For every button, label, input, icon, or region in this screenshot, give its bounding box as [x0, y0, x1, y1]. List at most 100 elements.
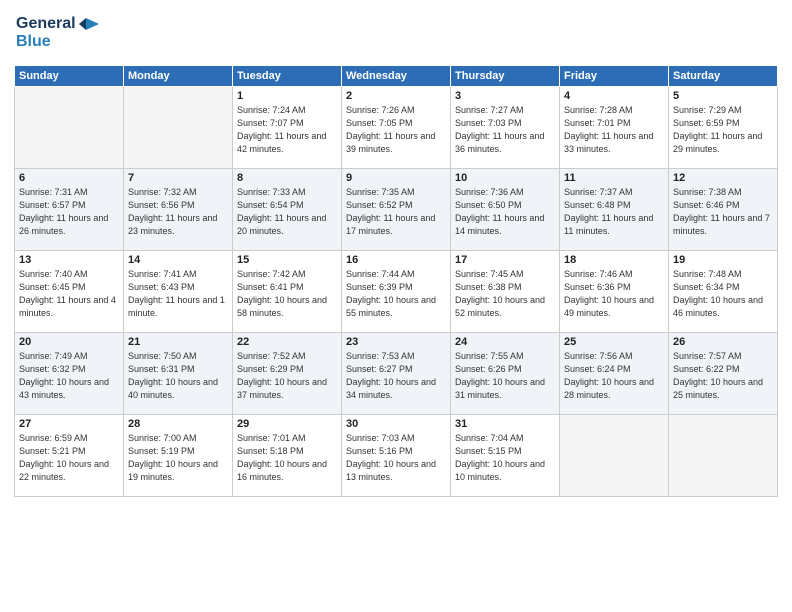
calendar-cell: 3 Sunrise: 7:27 AMSunset: 7:03 PMDaylight…: [451, 87, 560, 169]
calendar-cell: 23 Sunrise: 7:53 AMSunset: 6:27 PMDayligh…: [342, 333, 451, 415]
calendar-cell: 25Sunrise: 7:56 AMSunset: 6:24 PMDayligh…: [560, 333, 669, 415]
day-info: Sunrise: 7:49 AMSunset: 6:32 PMDaylight:…: [19, 350, 119, 402]
day-info: Sunrise: 7:46 AMSunset: 6:36 PMDaylight:…: [564, 268, 664, 320]
day-number: 17: [455, 254, 555, 266]
calendar-cell: 24 Sunrise: 7:55 AMSunset: 6:26 PMDayligh…: [451, 333, 560, 415]
calendar-cell: 6Sunrise: 7:31 AMSunset: 6:57 PMDaylight…: [15, 169, 124, 251]
day-info: Sunrise: 7:27 AMSunset: 7:03 PMDaylight:…: [455, 104, 555, 156]
day-info: Sunrise: 7:24 AMSunset: 7:07 PMDaylight:…: [237, 104, 337, 156]
day-info: Sunrise: 7:31 AMSunset: 6:57 PMDaylight:…: [19, 186, 119, 238]
day-number: 4: [564, 90, 664, 102]
day-number: 20: [19, 336, 119, 348]
day-number: 15: [237, 254, 337, 266]
day-number: 11: [564, 172, 664, 184]
day-info: Sunrise: 7:55 AMSunset: 6:26 PMDaylight:…: [455, 350, 555, 402]
day-number: 31: [455, 418, 555, 430]
day-info: Sunrise: 7:41 AMSunset: 6:43 PMDaylight:…: [128, 268, 228, 320]
calendar-cell: 5 Sunrise: 7:29 AMSunset: 6:59 PMDaylight…: [669, 87, 778, 169]
calendar-cell: 1 Sunrise: 7:24 AMSunset: 7:07 PMDaylight…: [233, 87, 342, 169]
day-info: Sunrise: 7:53 AMSunset: 6:27 PMDaylight:…: [346, 350, 446, 402]
day-number: 7: [128, 172, 228, 184]
weekday-header-row: SundayMondayTuesdayWednesdayThursdayFrid…: [15, 66, 778, 87]
calendar-cell: 16Sunrise: 7:44 AMSunset: 6:39 PMDayligh…: [342, 251, 451, 333]
calendar-table: SundayMondayTuesdayWednesdayThursdayFrid…: [14, 65, 778, 497]
day-info: Sunrise: 7:01 AMSunset: 5:18 PMDaylight:…: [237, 432, 337, 484]
day-number: 19: [673, 254, 773, 266]
weekday-header-saturday: Saturday: [669, 66, 778, 87]
calendar-week-row: 27Sunrise: 6:59 AMSunset: 5:21 PMDayligh…: [15, 415, 778, 497]
day-number: 24: [455, 336, 555, 348]
calendar-cell: 7 Sunrise: 7:32 AMSunset: 6:56 PMDaylight…: [124, 169, 233, 251]
weekday-header-friday: Friday: [560, 66, 669, 87]
day-number: 26: [673, 336, 773, 348]
calendar-cell: [560, 415, 669, 497]
calendar-cell: [124, 87, 233, 169]
calendar-cell: 27Sunrise: 6:59 AMSunset: 5:21 PMDayligh…: [15, 415, 124, 497]
svg-text:General: General: [16, 15, 76, 32]
day-number: 23: [346, 336, 446, 348]
day-info: Sunrise: 7:35 AMSunset: 6:52 PMDaylight:…: [346, 186, 446, 238]
calendar-cell: 8 Sunrise: 7:33 AMSunset: 6:54 PMDaylight…: [233, 169, 342, 251]
day-info: Sunrise: 7:28 AMSunset: 7:01 PMDaylight:…: [564, 104, 664, 156]
page-container: General Blue SundayMondayTuesdayWednesda…: [0, 0, 792, 612]
day-number: 10: [455, 172, 555, 184]
day-info: Sunrise: 7:00 AMSunset: 5:19 PMDaylight:…: [128, 432, 228, 484]
day-info: Sunrise: 7:29 AMSunset: 6:59 PMDaylight:…: [673, 104, 773, 156]
day-info: Sunrise: 7:52 AMSunset: 6:29 PMDaylight:…: [237, 350, 337, 402]
day-number: 9: [346, 172, 446, 184]
calendar-cell: 22 Sunrise: 7:52 AMSunset: 6:29 PMDayligh…: [233, 333, 342, 415]
calendar-week-row: 20 Sunrise: 7:49 AMSunset: 6:32 PMDayligh…: [15, 333, 778, 415]
day-number: 2: [346, 90, 446, 102]
day-info: Sunrise: 7:56 AMSunset: 6:24 PMDaylight:…: [564, 350, 664, 402]
calendar-cell: 9 Sunrise: 7:35 AMSunset: 6:52 PMDaylight…: [342, 169, 451, 251]
day-info: Sunrise: 7:45 AMSunset: 6:38 PMDaylight:…: [455, 268, 555, 320]
weekday-header-thursday: Thursday: [451, 66, 560, 87]
calendar-cell: [669, 415, 778, 497]
day-info: Sunrise: 7:04 AMSunset: 5:15 PMDaylight:…: [455, 432, 555, 484]
calendar-cell: 17 Sunrise: 7:45 AMSunset: 6:38 PMDayligh…: [451, 251, 560, 333]
day-number: 29: [237, 418, 337, 430]
calendar-cell: 30Sunrise: 7:03 AMSunset: 5:16 PMDayligh…: [342, 415, 451, 497]
calendar-week-row: 1 Sunrise: 7:24 AMSunset: 7:07 PMDaylight…: [15, 87, 778, 169]
calendar-cell: 31 Sunrise: 7:04 AMSunset: 5:15 PMDayligh…: [451, 415, 560, 497]
day-number: 5: [673, 90, 773, 102]
day-info: Sunrise: 7:33 AMSunset: 6:54 PMDaylight:…: [237, 186, 337, 238]
day-number: 1: [237, 90, 337, 102]
day-number: 18: [564, 254, 664, 266]
day-info: Sunrise: 7:32 AMSunset: 6:56 PMDaylight:…: [128, 186, 228, 238]
day-info: Sunrise: 7:57 AMSunset: 6:22 PMDaylight:…: [673, 350, 773, 402]
weekday-header-sunday: Sunday: [15, 66, 124, 87]
day-number: 3: [455, 90, 555, 102]
day-number: 14: [128, 254, 228, 266]
day-number: 12: [673, 172, 773, 184]
day-number: 8: [237, 172, 337, 184]
logo-text: General Blue: [14, 10, 104, 59]
weekday-header-wednesday: Wednesday: [342, 66, 451, 87]
day-info: Sunrise: 7:37 AMSunset: 6:48 PMDaylight:…: [564, 186, 664, 238]
day-number: 21: [128, 336, 228, 348]
day-number: 22: [237, 336, 337, 348]
day-info: Sunrise: 7:38 AMSunset: 6:46 PMDaylight:…: [673, 186, 773, 238]
logo-svg: General Blue: [14, 10, 104, 54]
day-number: 30: [346, 418, 446, 430]
calendar-cell: 11 Sunrise: 7:37 AMSunset: 6:48 PMDayligh…: [560, 169, 669, 251]
day-info: Sunrise: 7:36 AMSunset: 6:50 PMDaylight:…: [455, 186, 555, 238]
calendar-cell: 18 Sunrise: 7:46 AMSunset: 6:36 PMDayligh…: [560, 251, 669, 333]
day-info: Sunrise: 7:26 AMSunset: 7:05 PMDaylight:…: [346, 104, 446, 156]
calendar-week-row: 6Sunrise: 7:31 AMSunset: 6:57 PMDaylight…: [15, 169, 778, 251]
calendar-cell: 19Sunrise: 7:48 AMSunset: 6:34 PMDayligh…: [669, 251, 778, 333]
day-number: 28: [128, 418, 228, 430]
logo: General Blue: [14, 10, 104, 59]
weekday-header-monday: Monday: [124, 66, 233, 87]
calendar-cell: 20 Sunrise: 7:49 AMSunset: 6:32 PMDayligh…: [15, 333, 124, 415]
day-info: Sunrise: 7:50 AMSunset: 6:31 PMDaylight:…: [128, 350, 228, 402]
calendar-cell: 4 Sunrise: 7:28 AMSunset: 7:01 PMDaylight…: [560, 87, 669, 169]
weekday-header-tuesday: Tuesday: [233, 66, 342, 87]
calendar-week-row: 13Sunrise: 7:40 AMSunset: 6:45 PMDayligh…: [15, 251, 778, 333]
calendar-cell: 15Sunrise: 7:42 AMSunset: 6:41 PMDayligh…: [233, 251, 342, 333]
calendar-cell: 26 Sunrise: 7:57 AMSunset: 6:22 PMDayligh…: [669, 333, 778, 415]
calendar-cell: 13Sunrise: 7:40 AMSunset: 6:45 PMDayligh…: [15, 251, 124, 333]
calendar-cell: 21 Sunrise: 7:50 AMSunset: 6:31 PMDayligh…: [124, 333, 233, 415]
calendar-cell: 14 Sunrise: 7:41 AMSunset: 6:43 PMDayligh…: [124, 251, 233, 333]
calendar-cell: 28 Sunrise: 7:00 AMSunset: 5:19 PMDayligh…: [124, 415, 233, 497]
